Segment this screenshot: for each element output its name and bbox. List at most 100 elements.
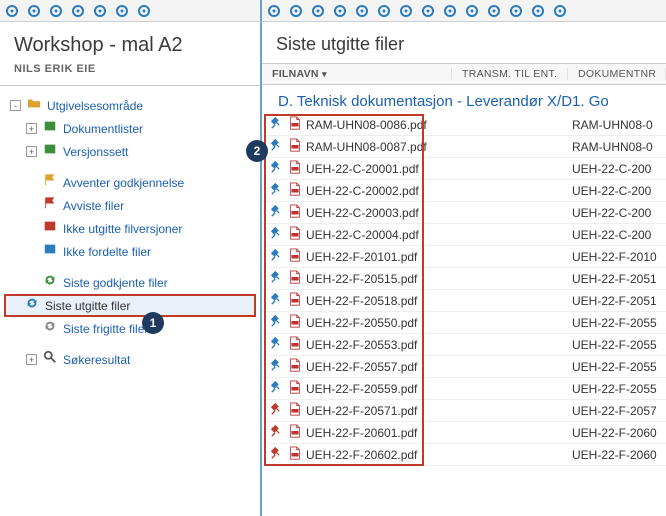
column-transm[interactable]: TRANSM. TIL ENT. xyxy=(452,68,568,80)
callout-2: 2 xyxy=(246,140,268,162)
pdf-icon xyxy=(288,446,302,463)
column-filnavn[interactable]: FILNAVN ▾ xyxy=(262,68,452,80)
file-name: UEH-22-C-20004.pdf xyxy=(306,228,419,242)
cell-dokumentnr: UEH-22-C-200 xyxy=(568,206,666,220)
file-name: UEH-22-F-20550.pdf xyxy=(306,316,417,330)
tree-item[interactable]: + Dokumentlister xyxy=(4,117,256,140)
file-row[interactable]: RAM-UHN08-0087.pdfRAM-UHN08-0 xyxy=(262,136,666,158)
flag-yellow-icon xyxy=(42,173,58,192)
file-list: RAM-UHN08-0086.pdfRAM-UHN08-0RAM-UHN08-0… xyxy=(262,114,666,516)
toolbar-action-icon[interactable] xyxy=(48,3,64,19)
cell-dokumentnr: UEH-22-F-2060 xyxy=(568,426,666,440)
toolbar-action-icon[interactable] xyxy=(464,3,480,19)
toolbar-action-icon[interactable] xyxy=(332,3,348,19)
sidebar: Workshop - mal A2 NILS ERIK EIE -Utgivel… xyxy=(0,22,262,516)
tree-item[interactable]: -Utgivelsesområde xyxy=(4,94,256,117)
toolbar-action-icon[interactable] xyxy=(530,3,546,19)
expander-icon[interactable]: + xyxy=(26,354,37,365)
toolbar-action-icon[interactable] xyxy=(266,3,282,19)
toolbar-action-icon[interactable] xyxy=(288,3,304,19)
file-row[interactable]: UEH-22-C-20001.pdfUEH-22-C-200 xyxy=(262,158,666,180)
tree-item[interactable]: Siste frigitte filer xyxy=(4,317,256,340)
callout-1: 1 xyxy=(142,312,164,334)
file-row[interactable]: UEH-22-C-20002.pdfUEH-22-C-200 xyxy=(262,180,666,202)
column-headers: FILNAVN ▾ TRANSM. TIL ENT. DOKUMENTNR xyxy=(262,63,666,85)
pin-icon xyxy=(270,270,284,287)
cell-dokumentnr: RAM-UHN08-0 xyxy=(568,140,666,154)
column-dokumentnr[interactable]: DOKUMENTNR xyxy=(568,68,666,80)
toolbar-action-icon[interactable] xyxy=(136,3,152,19)
tree-item-label: Dokumentlister xyxy=(63,120,143,138)
pin-icon xyxy=(270,292,284,309)
expander-icon[interactable]: - xyxy=(10,100,21,111)
cell-dokumentnr: UEH-22-F-2055 xyxy=(568,338,666,352)
pdf-icon xyxy=(288,314,302,331)
tree-item-label: Versjonssett xyxy=(63,143,128,161)
file-name: UEH-22-F-20101.pdf xyxy=(306,250,417,264)
toolbar-action-icon[interactable] xyxy=(486,3,502,19)
tree-item[interactable]: Siste utgitte filer xyxy=(4,294,256,317)
tree-item[interactable]: +Søkeresultat xyxy=(4,348,256,371)
file-row[interactable]: UEH-22-F-20559.pdf UEH-22-F-2055 xyxy=(262,378,666,400)
tree-item[interactable]: Ikke utgitte filversjoner xyxy=(4,217,256,240)
toolbar-action-icon[interactable] xyxy=(398,3,414,19)
pdf-icon xyxy=(288,160,302,177)
file-name: UEH-22-F-20601.pdf xyxy=(306,426,417,440)
toolbar-action-icon[interactable] xyxy=(354,3,370,19)
toolbar-action-icon[interactable] xyxy=(420,3,436,19)
file-row[interactable]: UEH-22-F-20602.pdfUEH-22-F-2060 xyxy=(262,444,666,466)
folder-open-icon xyxy=(26,96,42,115)
file-name: UEH-22-F-20571.pdf xyxy=(306,404,417,418)
file-row[interactable]: UEH-22-F-20571.pdfUEH-22-F-2057 xyxy=(262,400,666,422)
file-row[interactable]: UEH-22-F-20550.pdfUEH-22-F-2055 xyxy=(262,312,666,334)
file-name: UEH-22-F-20518.pdf xyxy=(306,294,417,308)
tree-item[interactable]: Avviste filer xyxy=(4,194,256,217)
toolbar-action-icon[interactable] xyxy=(552,3,568,19)
toolbar-action-icon[interactable] xyxy=(114,3,130,19)
tree-item[interactable]: Siste godkjente filer xyxy=(4,271,256,294)
file-name: UEH-22-F-20553.pdf xyxy=(306,338,417,352)
file-row[interactable]: UEH-22-F-20557.pdfUEH-22-F-2055 xyxy=(262,356,666,378)
file-row[interactable]: UEH-22-F-20601.pdf UEH-22-F-2060 xyxy=(262,422,666,444)
pdf-icon xyxy=(288,358,302,375)
user-name: NILS ERIK EIE xyxy=(0,63,260,86)
pdf-icon xyxy=(288,204,302,221)
toolbar-action-icon[interactable] xyxy=(92,3,108,19)
file-row[interactable]: UEH-22-F-20101.pdf UEH-22-F-2010 xyxy=(262,246,666,268)
tree-item[interactable]: Avventer godkjennelse xyxy=(4,171,256,194)
file-row[interactable]: UEH-22-C-20003.pdfUEH-22-C-200 xyxy=(262,202,666,224)
toolbar-action-icon[interactable] xyxy=(70,3,86,19)
file-row[interactable]: UEH-22-F-20553.pdf UEH-22-F-2055 xyxy=(262,334,666,356)
file-name: UEH-22-C-20001.pdf xyxy=(306,162,419,176)
pdf-icon xyxy=(288,182,302,199)
cell-dokumentnr: UEH-22-F-2010 xyxy=(568,250,666,264)
breadcrumb-path[interactable]: D. Teknisk dokumentasjon - Leverandør X/… xyxy=(262,85,666,114)
file-row[interactable]: UEH-22-F-20515.pdfUEH-22-F-2051 xyxy=(262,268,666,290)
pdf-icon xyxy=(288,248,302,265)
tree-item[interactable]: + Versjonssett xyxy=(4,140,256,163)
pin-icon xyxy=(270,446,284,463)
file-name: UEH-22-F-20559.pdf xyxy=(306,382,417,396)
pdf-icon xyxy=(288,424,302,441)
tree-item-label: Ikke fordelte filer xyxy=(63,243,151,261)
pin-icon xyxy=(270,138,284,155)
file-row[interactable]: UEH-22-C-20004.pdfUEH-22-C-200 xyxy=(262,224,666,246)
cell-dokumentnr: UEH-22-F-2055 xyxy=(568,382,666,396)
toolbar-action-icon[interactable] xyxy=(508,3,524,19)
toolbar-action-icon[interactable] xyxy=(26,3,42,19)
pin-icon xyxy=(270,314,284,331)
file-row[interactable]: UEH-22-F-20518.pdfUEH-22-F-2051 xyxy=(262,290,666,312)
toolbar-action-icon[interactable] xyxy=(4,3,20,19)
expander-icon[interactable]: + xyxy=(26,123,37,134)
toolbar-action-icon[interactable] xyxy=(376,3,392,19)
toolbar-left-region xyxy=(0,0,262,22)
expander-icon[interactable]: + xyxy=(26,146,37,157)
tree-item[interactable]: Ikke fordelte filer xyxy=(4,240,256,263)
toolbar-action-icon[interactable] xyxy=(310,3,326,19)
refresh-gray-icon xyxy=(42,319,58,338)
refresh-blue-icon xyxy=(24,296,40,315)
pdf-icon xyxy=(288,336,302,353)
file-row[interactable]: RAM-UHN08-0086.pdfRAM-UHN08-0 xyxy=(262,114,666,136)
toolbar-action-icon[interactable] xyxy=(442,3,458,19)
workspace-title: Workshop - mal A2 xyxy=(0,22,260,63)
